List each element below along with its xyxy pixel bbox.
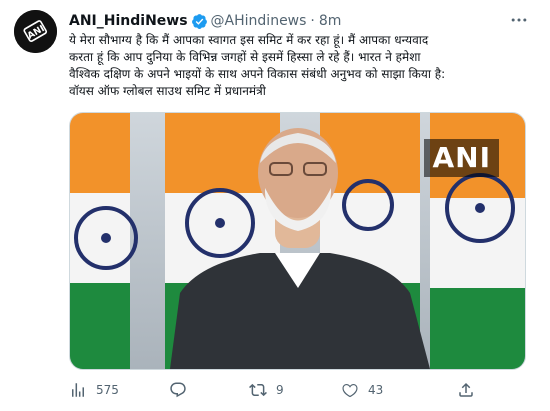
verified-badge-icon <box>191 13 208 30</box>
ani-logo-icon: ANI <box>14 10 57 53</box>
tweet-media[interactable]: ANI <box>69 112 526 370</box>
like-icon <box>342 383 358 398</box>
tweet-text-line: करता हूं कि आप दुनिया के विभिन्न जगहों स… <box>69 50 421 64</box>
tweet-text-line: वैश्विक दक्षिण के अपने भाइयों के साथ अपन… <box>69 67 446 81</box>
timestamp[interactable]: 8m <box>319 13 342 29</box>
flag-left <box>70 113 138 369</box>
views-count: 575 <box>96 383 119 397</box>
tweet-text-line: ये मेरा सौभाग्य है कि मैं आपका स्वागत इस… <box>69 33 429 47</box>
retweet-count: 9 <box>276 383 284 397</box>
media-watermark: ANI <box>424 139 499 177</box>
tweet-actions: 575 9 43 <box>69 378 529 402</box>
retweet-button[interactable]: 9 <box>249 378 284 402</box>
tweet-header: ANI_HindiNews @AHindinews · 8m <box>69 11 341 31</box>
views-icon <box>72 383 84 397</box>
reply-button[interactable] <box>169 378 196 402</box>
tweet-text-line: वॉयस ऑफ ग्लोबल साउथ समिट में प्रधानमंत्र… <box>69 84 266 98</box>
share-button[interactable] <box>457 378 484 402</box>
tweet-text: ये मेरा सौभाग्य है कि मैं आपका स्वागत इस… <box>69 32 539 100</box>
avatar[interactable]: ANI <box>14 10 57 53</box>
retweet-icon <box>249 383 267 397</box>
views-button[interactable]: 575 <box>69 378 119 402</box>
tweet[interactable]: ANI ANI_HindiNews @AHindinews · 8m ये मे… <box>0 0 550 411</box>
share-icon <box>459 382 473 397</box>
more-icon <box>511 18 527 22</box>
like-count: 43 <box>368 383 384 397</box>
reply-icon <box>170 382 186 398</box>
author-name[interactable]: ANI_HindiNews <box>69 13 188 29</box>
like-button[interactable]: 43 <box>341 378 383 402</box>
separator-dot: · <box>310 13 315 29</box>
author-handle[interactable]: @AHindinews <box>211 13 307 29</box>
more-options-button[interactable] <box>505 6 533 34</box>
